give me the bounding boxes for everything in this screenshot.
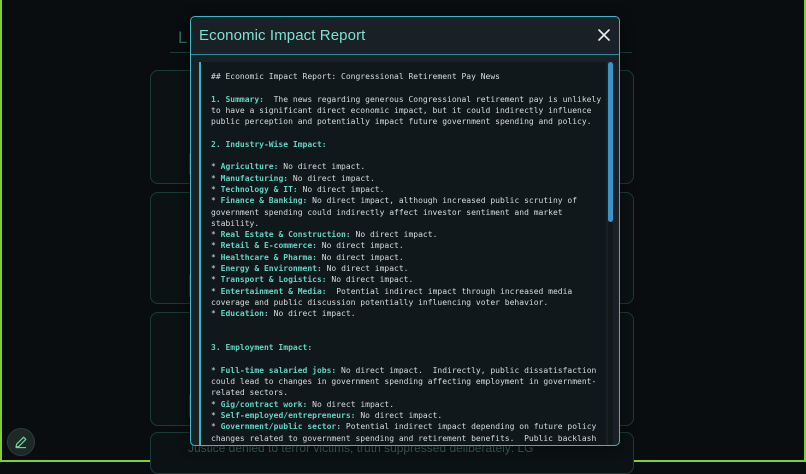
list-item-label: Retail & E-commerce:	[220, 241, 317, 251]
employment-list: * Full-time salaried jobs: No direct imp…	[211, 365, 606, 445]
scrollbar[interactable]	[608, 62, 613, 445]
list-item: * Energy & Environment: No direct impact…	[211, 264, 409, 274]
list-item-label: Self-employed/entrepreneurs:	[220, 410, 356, 420]
industry-list: * Agriculture: No direct impact. * Manufa…	[211, 161, 606, 319]
scrollbar-thumb[interactable]	[608, 62, 613, 222]
list-item: * Full-time salaried jobs: No direct imp…	[211, 365, 602, 398]
list-item-text: No direct impact.	[297, 184, 385, 194]
list-item-text: No direct impact.	[278, 162, 366, 172]
list-item-label: Agriculture:	[220, 162, 279, 172]
list-item-text: No direct impact.	[307, 399, 395, 409]
list-item: * Manufacturing: No direct impact.	[211, 173, 375, 183]
list-item-label: Full-time salaried jobs:	[220, 365, 337, 375]
modal-header: Economic Impact Report	[191, 17, 619, 55]
list-item-text: No direct impact.	[355, 410, 443, 420]
report-heading: ## Economic Impact Report: Congressional…	[211, 72, 500, 81]
list-item-label: Manufacturing:	[220, 173, 289, 183]
list-item-label: Healthcare & Pharma:	[220, 252, 317, 262]
summary-text: The news regarding generous Congressiona…	[211, 94, 606, 127]
list-item-text: No direct impact.	[350, 230, 438, 240]
industry-heading: 2. Industry-Wise Impact:	[211, 139, 327, 149]
list-item: * Transport & Logistics: No direct impac…	[211, 275, 414, 285]
edit-button[interactable]	[7, 428, 35, 456]
list-item-text: No direct impact.	[326, 275, 414, 285]
list-item: * Finance & Banking: No direct impact, a…	[211, 196, 582, 228]
list-item-label: Government/public sector:	[220, 422, 342, 432]
list-item-label: Entertainment & Media:	[220, 286, 327, 296]
list-item: * Agriculture: No direct impact.	[211, 162, 366, 172]
modal-title: Economic Impact Report	[199, 27, 366, 44]
list-item: * Healthcare & Pharma: No direct impact.	[211, 252, 404, 262]
list-item: * Self-employed/entrepreneurs: No direct…	[211, 410, 443, 420]
list-item-text: No direct impact.	[316, 241, 404, 251]
list-item: * Technology & IT: No direct impact.	[211, 184, 385, 194]
list-item: * Education: No direct impact.	[211, 309, 356, 319]
list-item-label: Technology & IT:	[220, 184, 298, 194]
list-item-label: Transport & Logistics:	[220, 275, 327, 285]
list-item-label: Finance & Banking:	[220, 196, 308, 206]
list-item: * Retail & E-commerce: No direct impact.	[211, 241, 404, 251]
list-item: * Real Estate & Construction: No direct …	[211, 230, 438, 240]
background-heading: L	[178, 28, 188, 47]
modal-body[interactable]: ## Economic Impact Report: Congressional…	[199, 62, 617, 445]
close-icon	[598, 29, 610, 41]
list-item-text: No direct impact.	[288, 173, 375, 183]
list-item-text: No direct impact.	[268, 309, 356, 319]
list-item-text: No direct impact.	[316, 252, 404, 262]
list-item-label: Energy & Environment:	[220, 264, 322, 274]
summary-paragraph: 1. Summary: The news regarding generous …	[211, 94, 606, 128]
list-item-text: No direct impact.	[321, 264, 409, 274]
close-button[interactable]	[595, 26, 613, 44]
report-content: ## Economic Impact Report: Congressional…	[199, 62, 606, 445]
list-item: * Entertainment & Media: Potential indir…	[211, 286, 578, 307]
economic-impact-modal: Economic Impact Report ## Economic Impac…	[190, 16, 620, 446]
summary-label: 1. Summary:	[211, 94, 264, 104]
list-item-label: Gig/contract work:	[220, 399, 308, 409]
list-item-label: Real Estate & Construction:	[220, 230, 351, 240]
pencil-icon	[15, 436, 27, 449]
employment-heading: 3. Employment Impact:	[211, 343, 313, 353]
list-item-label: Education:	[220, 309, 269, 319]
list-item: * Gig/contract work: No direct impact.	[211, 399, 395, 409]
list-item: * Government/public sector: Potential in…	[211, 421, 606, 445]
